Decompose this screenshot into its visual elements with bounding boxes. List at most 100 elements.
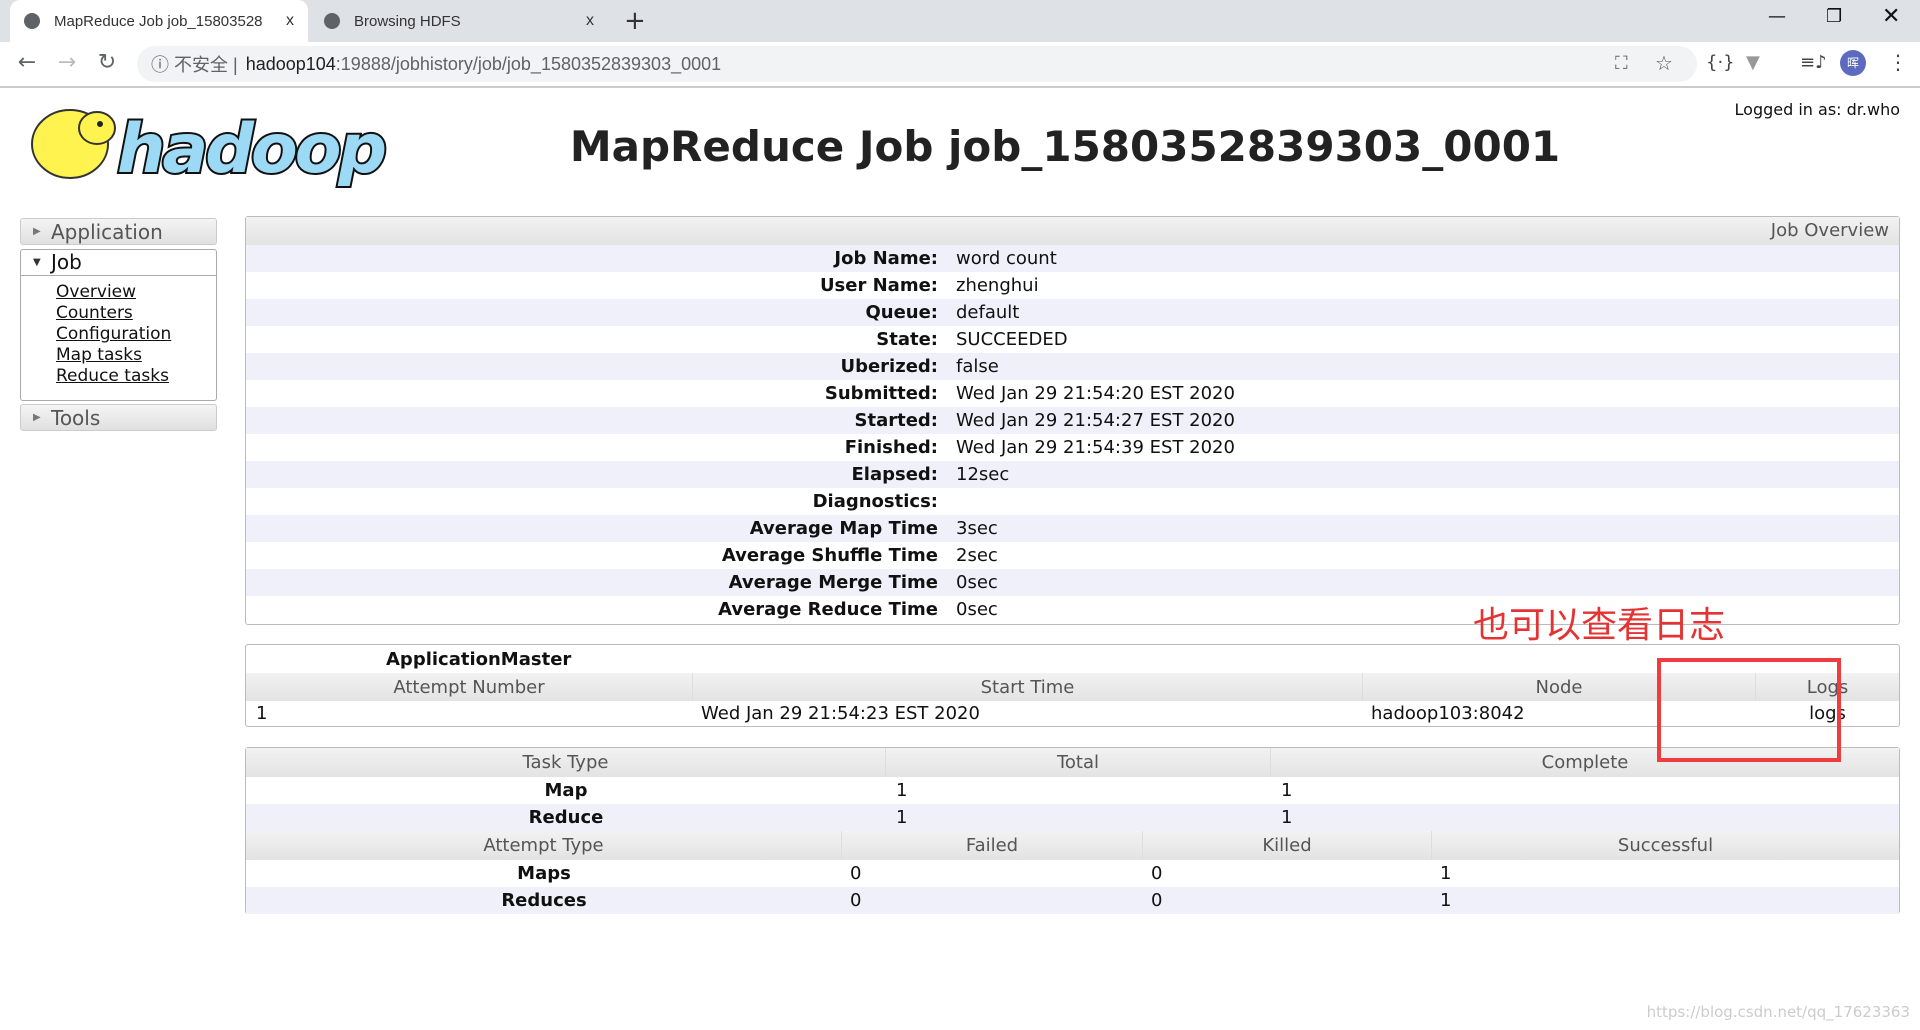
task-type-link[interactable]: Reduce [529,807,604,828]
overview-value: 2sec [956,545,998,566]
logged-in-label: Logged in as: dr.who [1734,100,1900,119]
col-failed: Failed [842,831,1143,860]
overview-label: Average Merge Time [728,572,938,593]
sidebar-link-reduce-tasks[interactable]: Reduce tasks [56,366,216,387]
killed-link[interactable]: 0 [1151,890,1162,911]
vue-extension-icon[interactable]: ▼ [1746,52,1760,73]
minimize-icon[interactable]: — [1768,6,1786,27]
tab-browsing-hdfs[interactable]: Browsing HDFS x [310,0,608,42]
tasks-table: Task Type Total Complete Map 1 1 Reduce 1 1 A… [245,747,1900,914]
annotation-highlight-box [1657,658,1841,762]
new-tab-button[interactable]: + [624,6,646,36]
table-row: Map 1 1 [544,780,1293,801]
col-total: Total [886,748,1271,777]
back-icon[interactable]: ← [12,50,42,75]
overview-label: Average Reduce Time [718,599,938,620]
overview-value: Wed Jan 29 21:54:20 EST 2020 [956,383,1235,404]
overview-label: Average Shuffle Time [721,545,938,566]
hadoop-logo: hadoop [31,108,390,188]
application-master-table: ApplicationMaster Attempt Number Start T… [245,644,1900,727]
sidebar-link-map-tasks[interactable]: Map tasks [56,345,216,366]
window-close-icon[interactable]: ✕ [1882,4,1900,29]
overview-row: Finished: Wed Jan 29 21:54:39 EST 2020 [246,434,1899,461]
translate-icon[interactable]: ⛶ [1615,53,1628,74]
overview-label: User Name: [819,275,938,296]
overview-value: Wed Jan 29 21:54:39 EST 2020 [956,437,1235,458]
bookmark-star-icon[interactable]: ☆ [1655,51,1673,76]
overview-value: zhenghui [956,275,1039,296]
overview-label: State: [876,329,938,350]
overview-row: Job Name: word count [246,245,1899,272]
insecure-label: ⓘ 不安全 | [151,55,238,75]
overview-value: default [956,302,1020,323]
sidebar-tools[interactable]: ▶ Tools [20,404,217,431]
globe-icon [324,13,340,29]
avatar[interactable]: 晖 [1840,50,1866,76]
sidebar-job: ▼ Job Overview Counters Configuration Map… [20,249,217,401]
media-icon[interactable]: ≡♪ [1800,52,1827,73]
globe-icon [24,13,40,29]
tab-mapreduce-job[interactable]: MapReduce Job job_15803528 x [10,0,308,42]
task-type-link[interactable]: Map [545,780,588,801]
overview-label: Elapsed: [851,464,938,485]
overview-row: Started: Wed Jan 29 21:54:27 EST 2020 [246,407,1899,434]
overview-value: 0sec [956,599,998,620]
col-task-type: Task Type [246,748,886,777]
overview-row: Elapsed: 12sec [246,461,1899,488]
reload-icon[interactable]: ↻ [92,50,122,75]
col-attempt-number: Attempt Number [246,673,693,701]
caret-right-icon: ▶ [33,226,41,237]
failed-link[interactable]: 0 [850,890,861,911]
table-row: Maps 0 0 1 [517,863,1452,884]
table-row: 1 Wed Jan 29 21:54:23 EST 2020 hadoop103… [256,703,1846,724]
failed-link[interactable]: 0 [850,863,861,884]
overview-row: Average Merge Time 0sec [246,569,1899,596]
job-overview-heading: Job Overview [246,217,1899,245]
killed-link[interactable]: 0 [1151,863,1162,884]
col-attempt-type: Attempt Type [246,831,842,860]
job-overview-table: Job Overview Job Name: word count User Nam… [245,216,1900,625]
sidebar-job-header[interactable]: ▼ Job [21,250,216,276]
overview-label: Finished: [844,437,938,458]
address-bar-area: ← → ↻ ⓘ 不安全 | hadoop104:19888/jobhistory… [0,42,1920,88]
col-successful: Successful [1617,835,1714,856]
overview-label: Average Map Time [749,518,938,539]
sidebar-application[interactable]: ▶ Application [20,218,217,245]
overview-row: Diagnostics: [246,488,1899,515]
overview-label: Queue: [865,302,938,323]
restore-icon[interactable]: ❐ [1826,6,1842,27]
overview-value: 12sec [956,464,1010,485]
annotation-text: 也可以查看日志 [1473,605,1726,646]
close-tab-icon[interactable]: x [586,12,594,30]
overview-label: Uberized: [840,356,938,377]
overview-row: Average Shuffle Time 2sec [246,542,1899,569]
overview-row: Queue: default [246,299,1899,326]
svg-text:hadoop: hadoop [117,110,385,188]
successful-link[interactable]: 1 [1440,863,1451,884]
overview-row: Average Map Time 3sec [246,515,1899,542]
overview-label: Job Name: [834,248,938,269]
table-row: Reduce 1 1 [246,804,1899,831]
tab-bar: MapReduce Job job_15803528 x Browsing HDF… [0,0,1920,42]
am-title: ApplicationMaster [386,648,572,670]
close-tab-icon[interactable]: x [286,12,294,30]
forward-icon[interactable]: → [52,50,82,75]
sidebar-link-configuration[interactable]: Configuration [56,324,216,345]
json-extension-icon[interactable]: {·} [1706,52,1735,73]
overview-label: Started: [854,410,939,431]
successful-link[interactable]: 1 [1440,890,1451,911]
overview-value: word count [956,248,1057,269]
sidebar-link-counters[interactable]: Counters [56,303,216,324]
overview-value: false [956,356,999,377]
overview-row: Submitted: Wed Jan 29 21:54:20 EST 2020 [246,380,1899,407]
menu-icon[interactable]: ⋮ [1888,50,1908,74]
table-row: Reduces 0 0 1 [246,887,1899,914]
overview-value: 3sec [956,518,998,539]
caret-down-icon: ▼ [33,257,41,268]
url-input[interactable]: ⓘ 不安全 | hadoop104:19888/jobhistory/job/j… [137,46,1697,82]
overview-value: 0sec [956,572,998,593]
sidebar-link-overview[interactable]: Overview [56,282,216,303]
node-link[interactable]: hadoop103:8042 [1371,703,1525,724]
col-start-time: Start Time [693,673,1363,701]
col-killed: Killed [1143,831,1432,860]
